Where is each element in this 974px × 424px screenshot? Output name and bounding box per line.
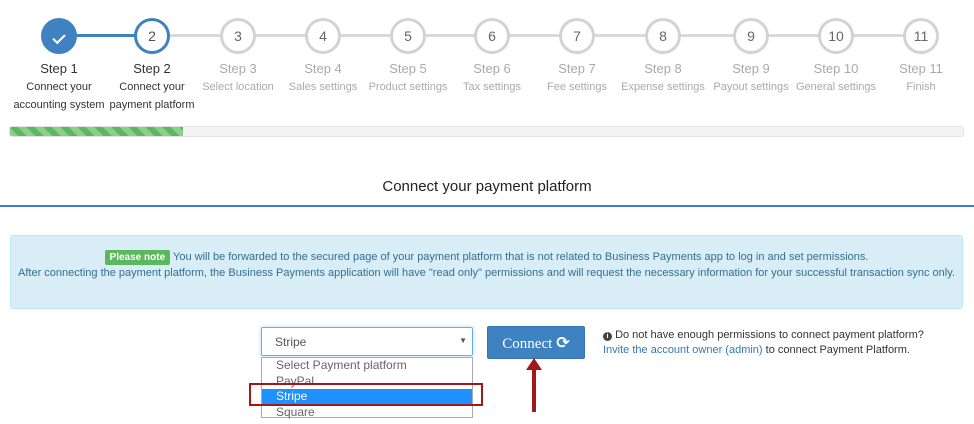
step-9-circle: 9 [733, 18, 769, 54]
step-5-circle: 5 [390, 18, 426, 54]
connect-button[interactable]: Connect ⟳ [487, 326, 585, 359]
progress-fill [10, 127, 184, 136]
annotation-arrow-icon [526, 358, 542, 412]
invite-owner-link[interactable]: Invite the account owner (admin) [603, 344, 763, 356]
info-alert: Please note You will be forwarded to the… [10, 235, 963, 309]
info-line-1: You will be forwarded to the secured pag… [173, 251, 869, 263]
connect-button-label: Connect [502, 336, 553, 352]
dropdown-option[interactable]: Select Payment platform [262, 358, 472, 374]
please-note-badge: Please note [104, 250, 171, 265]
step-8-circle: 8 [645, 18, 681, 54]
annotation-highlight-box [249, 383, 483, 406]
refresh-icon: ⟳ [556, 333, 570, 352]
payment-platform-select-value: Stripe [275, 335, 307, 349]
permission-note: i Do not have enough permissions to conn… [603, 328, 963, 358]
step-11-description: Finish [906, 81, 936, 93]
step-1-circle [41, 18, 77, 54]
permission-note-suffix: to connect Payment Platform. [762, 344, 910, 356]
setup-stepper: Step 1 Connect your accounting system 2 Ste… [0, 0, 974, 112]
chevron-down-icon: ▼ [459, 336, 467, 345]
title-divider [0, 205, 974, 207]
info-circle-icon: i [603, 332, 612, 341]
step-3-circle: 3 [220, 18, 256, 54]
step-7-circle: 7 [559, 18, 595, 54]
dropdown-option[interactable]: Square [262, 405, 472, 421]
checkmark-icon [52, 30, 66, 45]
payment-platform-select[interactable]: Stripe ▼ [261, 327, 473, 356]
step-11-label: Step 11 [899, 61, 943, 76]
step-4-circle: 4 [305, 18, 341, 54]
info-line-2: After connecting the payment platform, t… [18, 267, 955, 279]
step-6-circle: 6 [474, 18, 510, 54]
step-2-circle: 2 [134, 18, 170, 54]
permission-note-text: Do not have enough permissions to connec… [615, 329, 924, 341]
step-10-circle: 10 [818, 18, 854, 54]
setup-progress-bar [9, 126, 964, 137]
page-title: Connect your payment platform [382, 178, 592, 195]
step-11-circle: 11 [903, 18, 939, 54]
step-11: 11 Step 11 Finish [866, 18, 974, 96]
